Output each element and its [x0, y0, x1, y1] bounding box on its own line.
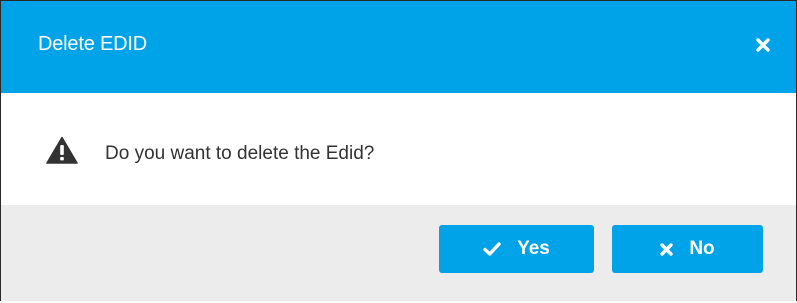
warning-triangle-icon — [46, 136, 78, 164]
dialog-title: Delete EDID — [38, 33, 147, 55]
dialog-body: Do you want to delete the Edid? — [1, 93, 796, 205]
close-button[interactable] — [751, 32, 775, 58]
delete-edid-dialog: Delete EDID Do you want to delete the Ed… — [0, 0, 797, 303]
no-button-label: No — [689, 238, 715, 259]
confirmation-message: Do you want to delete the Edid? — [105, 143, 375, 164]
dialog-header: Delete EDID — [1, 1, 796, 93]
x-icon — [660, 242, 674, 256]
no-button[interactable]: No — [612, 225, 763, 273]
close-icon — [756, 38, 770, 52]
dialog-footer: Yes No — [1, 205, 796, 302]
yes-button-label: Yes — [517, 238, 550, 259]
checkmark-icon — [483, 242, 501, 256]
yes-button[interactable]: Yes — [439, 225, 594, 273]
